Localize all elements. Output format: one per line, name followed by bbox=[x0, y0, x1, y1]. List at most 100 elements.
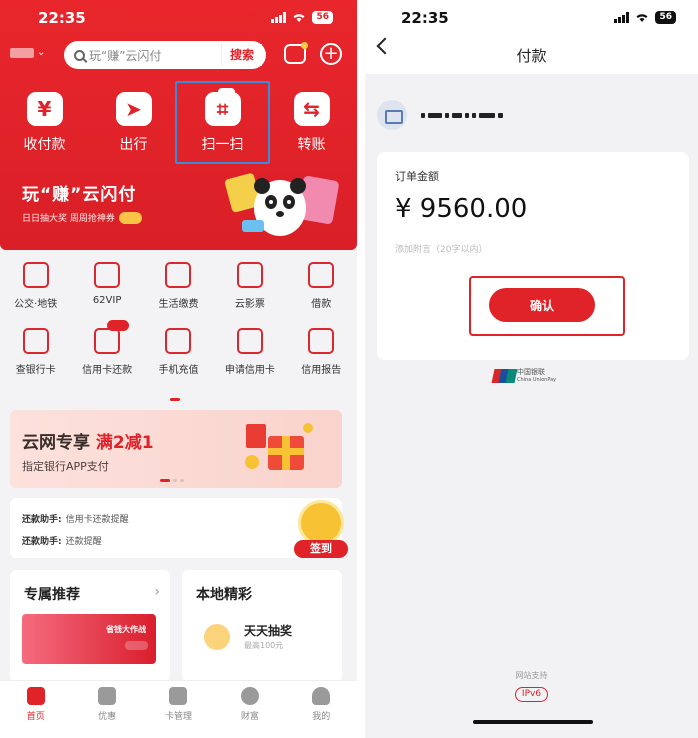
signal-icon bbox=[614, 12, 630, 23]
service-credit-repay[interactable]: 信用卡还款 bbox=[71, 320, 142, 394]
flame-icon bbox=[165, 262, 192, 288]
service-bus[interactable]: 公交·地铁 bbox=[0, 262, 71, 328]
status-bar: 22:35 56 bbox=[365, 0, 698, 36]
quick-action-transfer[interactable]: ⇆ 转账 bbox=[267, 92, 356, 154]
city-selector[interactable]: ⌄ bbox=[10, 47, 45, 58]
local-card[interactable]: 本地精彩 天天抽奖 最高100元 bbox=[182, 570, 342, 682]
chevron-down-icon: ⌄ bbox=[37, 47, 46, 58]
scan-tag-badge bbox=[218, 88, 236, 97]
service-phone-topup[interactable]: 手机充值 bbox=[143, 328, 214, 394]
checkin-button[interactable]: 签到 bbox=[292, 500, 352, 560]
gift-box-image bbox=[245, 423, 313, 470]
merchant-name-blurred bbox=[421, 112, 503, 118]
service-check-card[interactable]: 查银行卡 bbox=[0, 328, 71, 394]
ipv6-label: 网站支持 bbox=[515, 671, 548, 680]
paper-plane-icon: ➤ bbox=[115, 92, 152, 126]
profile-icon bbox=[312, 687, 331, 705]
promo-title: 玩“赚”云闪付 bbox=[22, 185, 137, 205]
service-credit-report[interactable]: 信用报告 bbox=[286, 328, 357, 394]
service-label: 信用报告 bbox=[301, 365, 342, 376]
card-icon bbox=[169, 687, 188, 705]
quick-action-label: 收付款 bbox=[23, 137, 66, 153]
lottery-title: 天天抽奖 bbox=[244, 624, 293, 638]
unionpay-en: China UnionPay bbox=[517, 377, 557, 383]
credit-card-repay-icon bbox=[94, 328, 121, 354]
ipv6-badge: IPv6 bbox=[514, 687, 549, 702]
local-title: 本地精彩 bbox=[196, 587, 252, 603]
banner-title: 云网专享 bbox=[22, 433, 90, 453]
home-indicator bbox=[473, 720, 593, 724]
search-bar[interactable]: 玩“赚”云闪付 搜索 bbox=[64, 41, 266, 69]
quick-action-label: 转账 bbox=[297, 137, 326, 153]
money-bag-icon bbox=[308, 262, 335, 288]
panda-mascot-image bbox=[224, 173, 339, 236]
quick-action-pay[interactable]: ¥ 收付款 bbox=[0, 92, 89, 154]
service-loan[interactable]: 借款 bbox=[286, 262, 357, 328]
service-apply-card[interactable]: 申请信用卡 bbox=[214, 328, 285, 394]
page-title: 付款 bbox=[516, 47, 547, 65]
wifi-icon bbox=[636, 14, 648, 22]
tab-profile[interactable]: 我的 bbox=[286, 681, 357, 738]
promo-subtitle: 日日抽大奖 周周抢神券 bbox=[22, 214, 115, 224]
search-placeholder: 玩“赚”云闪付 bbox=[89, 48, 162, 63]
banner-indicator bbox=[160, 479, 184, 482]
note-input[interactable]: 添加附言（20字以内） bbox=[395, 242, 487, 255]
service-62vip[interactable]: 62VIP bbox=[71, 262, 142, 328]
unionpay-icon bbox=[491, 369, 518, 383]
credit-report-icon bbox=[308, 328, 335, 354]
recommend-card[interactable]: 专属推荐 › 省钱大作战 bbox=[10, 570, 170, 682]
bus-icon bbox=[22, 262, 49, 288]
service-label: 手机充值 bbox=[158, 365, 199, 376]
service-label: 62VIP bbox=[92, 295, 122, 306]
coupon-icon bbox=[98, 687, 117, 705]
order-amount-label: 订单金额 bbox=[395, 170, 439, 183]
battery-icon: 56 bbox=[312, 11, 333, 24]
service-utilities[interactable]: 生活缴费 bbox=[143, 262, 214, 328]
plus-icon[interactable]: + bbox=[320, 43, 342, 65]
battery-icon: 56 bbox=[655, 11, 676, 24]
recommend-tile-title: 省钱大作战 bbox=[106, 625, 146, 634]
reminder-row[interactable]: 还款助手: 还款提醒 bbox=[22, 534, 102, 547]
city-name-blurred bbox=[10, 47, 34, 58]
merchant-row bbox=[377, 100, 503, 130]
transfer-icon: ⇆ bbox=[293, 92, 330, 126]
status-time: 22:35 bbox=[38, 9, 86, 27]
quick-action-label: 出行 bbox=[119, 137, 148, 153]
promo-card[interactable]: 云网专享 满2减1 指定银行APP支付 bbox=[10, 410, 342, 488]
bank-card-search-icon bbox=[22, 328, 49, 354]
lottery-wheel-icon bbox=[204, 624, 230, 650]
wealth-icon bbox=[240, 687, 259, 705]
chevron-right-icon: › bbox=[154, 584, 160, 600]
promo-banner[interactable]: 玩“赚”云闪付 日日抽大奖 周周抢神券 bbox=[22, 180, 142, 224]
quick-action-travel[interactable]: ➤ 出行 bbox=[89, 92, 178, 154]
promo-pill[interactable] bbox=[118, 211, 142, 224]
cloud-ticket-icon bbox=[236, 262, 263, 288]
checkin-label: 签到 bbox=[294, 540, 348, 558]
message-icon[interactable] bbox=[284, 42, 308, 64]
home-screen: 22:35 56 ⌄ 玩“赚”云闪付 搜索 + ¥ 收付款 ➤ 出行 ⌗ 扫一扫… bbox=[0, 0, 357, 738]
service-label: 借款 bbox=[311, 299, 332, 310]
reminder-row[interactable]: 还款助手: 信用卡还款提醒 bbox=[22, 512, 129, 525]
service-label: 信用卡还款 bbox=[82, 365, 133, 376]
payment-card: 订单金额 ¥ 9560.00 添加附言（20字以内） 确认 bbox=[377, 152, 689, 360]
service-label: 申请信用卡 bbox=[224, 365, 275, 376]
confirm-button[interactable]: 确认 bbox=[489, 288, 595, 322]
service-label: 云影票 bbox=[234, 299, 265, 310]
ipv6-support: 网站支持 IPv6 bbox=[365, 670, 698, 702]
unionpay-logo: 中国银联 China UnionPay bbox=[491, 368, 557, 384]
top-bar: ⌄ 玩“赚”云闪付 搜索 + bbox=[0, 38, 357, 70]
tab-home[interactable]: 首页 bbox=[0, 681, 71, 738]
recommend-tile[interactable]: 省钱大作战 bbox=[22, 614, 156, 664]
recommend-title: 专属推荐 bbox=[24, 587, 80, 603]
unionpay-cn: 中国银联 bbox=[517, 368, 545, 376]
tab-offers[interactable]: 优惠 bbox=[71, 681, 142, 738]
banner-offer: 满2减1 bbox=[95, 433, 154, 453]
service-label: 查银行卡 bbox=[15, 365, 56, 376]
phone-topup-icon bbox=[165, 328, 192, 354]
search-icon bbox=[74, 49, 85, 61]
tab-cards[interactable]: 卡管理 bbox=[143, 681, 214, 738]
tab-wealth[interactable]: 财富 bbox=[214, 681, 285, 738]
payment-screen: 22:35 56 付款 订单金额 ¥ 9560.00 添加附言（20字以内） 确… bbox=[365, 0, 698, 738]
search-button[interactable]: 搜索 bbox=[220, 44, 262, 66]
service-movie-ticket[interactable]: 云影票 bbox=[214, 262, 285, 328]
